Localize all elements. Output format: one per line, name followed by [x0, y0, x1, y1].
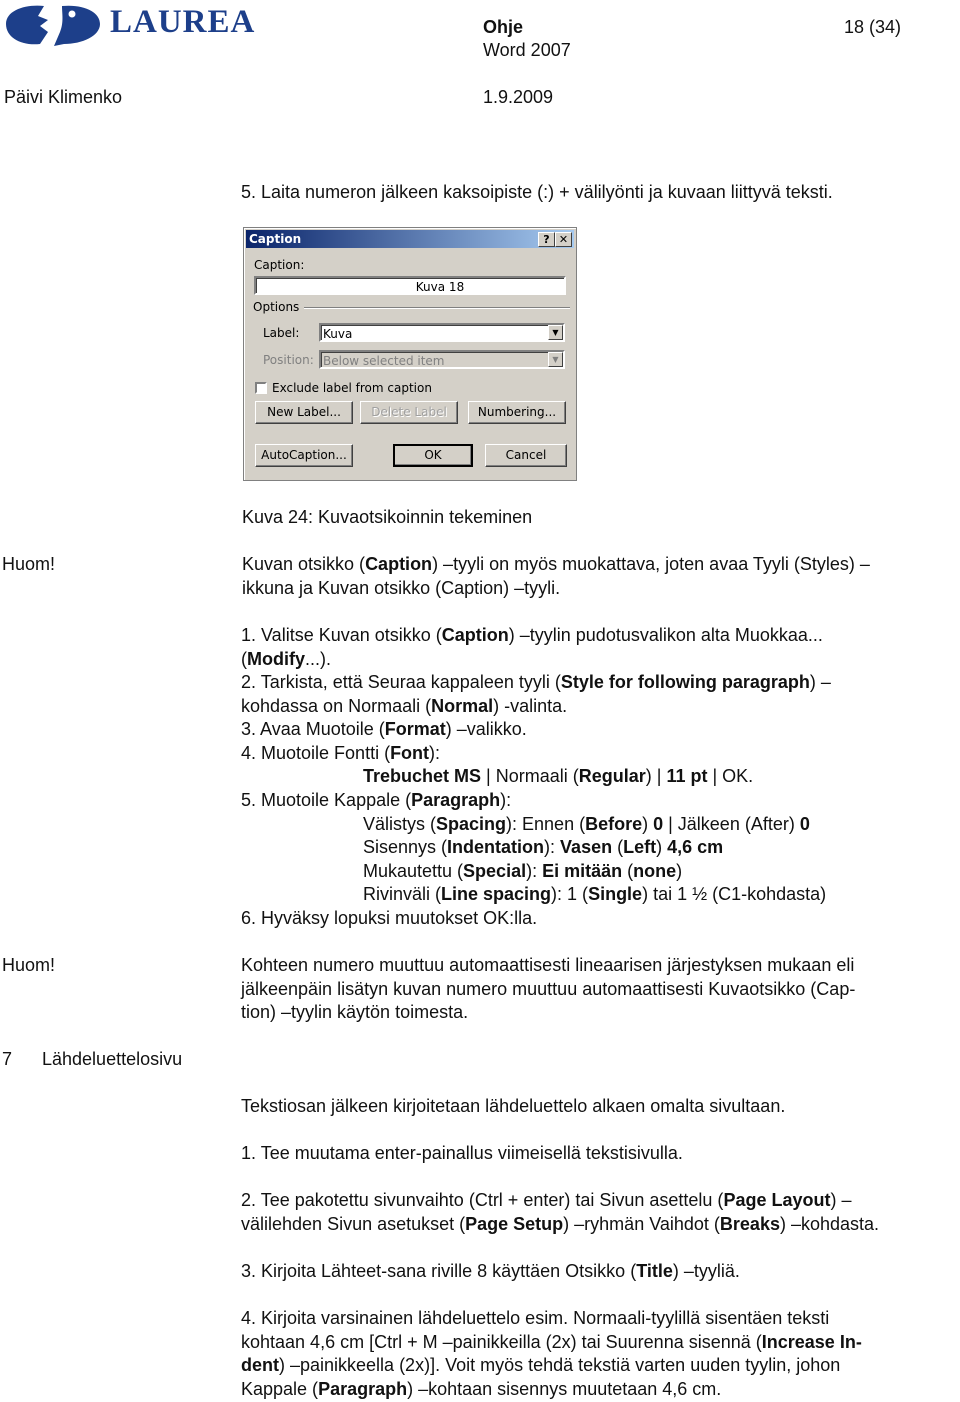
delete-label-button[interactable]: Delete Label [360, 401, 458, 424]
step5-spacing: Välistys (Spacing): Ennen (Before) 0 | J… [363, 814, 810, 834]
section-number: 7 [2, 1049, 13, 1069]
position-dropdown-value: Below selected item [323, 354, 445, 368]
step1-line1: 1. Valitse Kuvan otsikko (Caption) –tyyl… [241, 625, 823, 645]
label-field-label: Label: [263, 326, 300, 340]
note2-line2: jälkeenpäin lisätyn kuvan numero muuttuu… [241, 979, 856, 999]
caption-input[interactable]: Kuva 18 [254, 276, 566, 295]
note1-line1: Kuvan otsikko (Caption) –tyyli on myös m… [242, 554, 870, 574]
note1-label: Huom! [2, 554, 56, 574]
step4-detail: Trebuchet MS | Normaali (Regular) | 11 p… [363, 766, 754, 786]
new-label-button[interactable]: New Label... [255, 401, 353, 424]
step4: 4. Muotoile Fontti (Font): [241, 743, 441, 763]
step6: 6. Hyväksy lopuksi muutokset OK:lla. [241, 908, 538, 928]
chevron-down-icon[interactable]: ▼ [548, 325, 563, 340]
document-date: 1.9.2009 [483, 87, 554, 107]
cancel-button[interactable]: Cancel [485, 444, 567, 467]
section-step4-line3: dent) –painikkeella (2x)]. Voit myös teh… [241, 1355, 841, 1375]
step5-special: Mukautettu (Special): Ei mitään (none) [363, 861, 683, 881]
dialog-titlebar: Caption ? ✕ [246, 230, 574, 248]
document-subtitle: Word 2007 [483, 40, 571, 60]
section-step4-line1: 4. Kirjoita varsinainen lähdeluettelo es… [241, 1308, 830, 1328]
author: Päivi Klimenko [4, 87, 123, 107]
options-divider [304, 307, 570, 309]
note2-line1: Kohteen numero muuttuu automaattisesti l… [241, 955, 855, 975]
section-step2-line1: 2. Tee pakotettu sivunvaihto (Ctrl + ent… [241, 1190, 852, 1210]
step2-line2: kohdassa on Normaali (Normal) -valinta. [241, 696, 568, 716]
section-intro: Tekstiosan jälkeen kirjoitetaan lähdelue… [241, 1096, 786, 1116]
exclude-label-checkbox[interactable] [255, 382, 267, 394]
exclude-label-text: Exclude label from caption [272, 381, 432, 395]
autocaption-button[interactable]: AutoCaption... [255, 444, 353, 467]
logo-text: LAUREA [110, 4, 256, 40]
section-heading: Lähdeluettelosivu [42, 1049, 183, 1069]
dialog-title: Caption [249, 232, 302, 246]
section-step4-line2: kohtaan 4,6 cm [Ctrl + M –painikkeilla (… [241, 1332, 862, 1352]
ok-button[interactable]: OK [393, 444, 473, 467]
caption-field-label: Caption: [254, 258, 305, 272]
note1-line2: ikkuna ja Kuvan otsikko (Caption) –tyyli… [242, 578, 561, 598]
caption-dialog: Caption ? ✕ Caption: Kuva 18 Options Lab… [243, 227, 577, 481]
note2-label: Huom! [2, 955, 56, 975]
step2-line1: 2. Tarkista, että Seuraa kappaleen tyyli… [241, 672, 831, 692]
position-dropdown[interactable]: Below selected item ▼ [319, 350, 565, 369]
close-button[interactable]: ✕ [555, 232, 572, 247]
options-group-label: Options [253, 300, 300, 314]
section-step1: 1. Tee muutama enter-painallus viimeisel… [241, 1143, 683, 1163]
label-dropdown-value: Kuva [323, 327, 353, 341]
section-step3: 3. Kirjoita Lähteet-sana riville 8 käytt… [241, 1261, 740, 1281]
chevron-down-icon[interactable]: ▼ [548, 352, 563, 367]
position-field-label: Position: [263, 353, 314, 367]
step1-line2: (Modify...). [241, 649, 331, 669]
section-step2-line2: välilehden Sivun asetukset (Page Setup) … [241, 1214, 880, 1234]
page-number: 18 (34) [844, 17, 902, 37]
help-button[interactable]: ? [538, 232, 555, 247]
laurea-emblem-icon [6, 5, 100, 47]
step3: 3. Avaa Muotoile (Format) –valikko. [241, 719, 527, 739]
step5-linespacing: Rivinväli (Line spacing): 1 (Single) tai… [363, 884, 827, 904]
section-step4-line4: Kappale (Paragraph) –kohtaan sisennys mu… [241, 1379, 722, 1399]
step5-indent: Sisennys (Indentation): Vasen (Left) 4,6… [363, 837, 724, 857]
step5: 5. Muotoile Kappale (Paragraph): [241, 790, 512, 810]
note2-line3: tion) –tyylin käytön toimesta. [241, 1002, 469, 1022]
numbering-button[interactable]: Numbering... [468, 401, 566, 424]
step5-intro: 5. Laita numeron jälkeen kaksoipiste (:)… [241, 182, 833, 202]
document-title: Ohje [483, 17, 524, 37]
figure-caption: Kuva 24: Kuvaotsikoinnin tekeminen [242, 507, 533, 527]
label-dropdown[interactable]: Kuva ▼ [319, 323, 565, 342]
